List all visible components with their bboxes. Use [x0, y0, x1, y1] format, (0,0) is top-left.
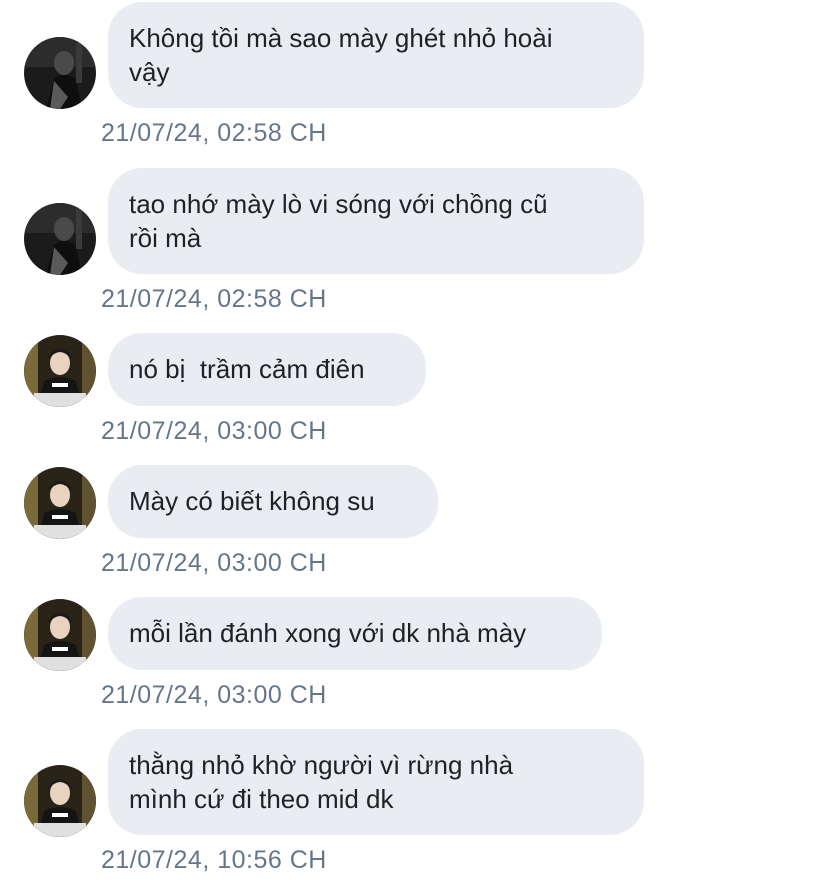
avatar[interactable]	[24, 203, 96, 275]
message-bubble[interactable]: Không tồi mà sao mày ghét nhỏ hoài vậy	[108, 2, 644, 108]
dark-portrait-avatar-icon	[24, 203, 96, 275]
message-timestamp: 21/07/24, 10:56 CH	[101, 846, 327, 874]
message-bubble[interactable]: mỗi lần đánh xong với dk nhà mày	[108, 597, 602, 670]
avatar[interactable]	[24, 37, 96, 109]
gamer-portrait-avatar-icon	[24, 765, 96, 837]
avatar[interactable]	[24, 335, 96, 407]
message-timestamp: 21/07/24, 03:00 CH	[101, 681, 327, 709]
avatar[interactable]	[24, 765, 96, 837]
message-bubble[interactable]: thằng nhỏ khờ người vì rừng nhà mình cứ …	[108, 729, 644, 835]
dark-portrait-avatar-icon	[24, 37, 96, 109]
gamer-portrait-avatar-icon	[24, 335, 96, 407]
avatar[interactable]	[24, 599, 96, 671]
message-timestamp: 21/07/24, 02:58 CH	[101, 119, 327, 147]
gamer-portrait-avatar-icon	[24, 467, 96, 539]
message-bubble[interactable]: Mày có biết không su	[108, 465, 438, 538]
message-timestamp: 21/07/24, 03:00 CH	[101, 417, 327, 445]
gamer-portrait-avatar-icon	[24, 599, 96, 671]
message-bubble[interactable]: tao nhớ mày lò vi sóng với chồng cũ rồi …	[108, 168, 644, 274]
message-timestamp: 21/07/24, 02:58 CH	[101, 285, 327, 313]
avatar[interactable]	[24, 467, 96, 539]
message-timestamp: 21/07/24, 03:00 CH	[101, 549, 327, 577]
message-bubble[interactable]: nó bị trầm cảm điên	[108, 333, 426, 406]
